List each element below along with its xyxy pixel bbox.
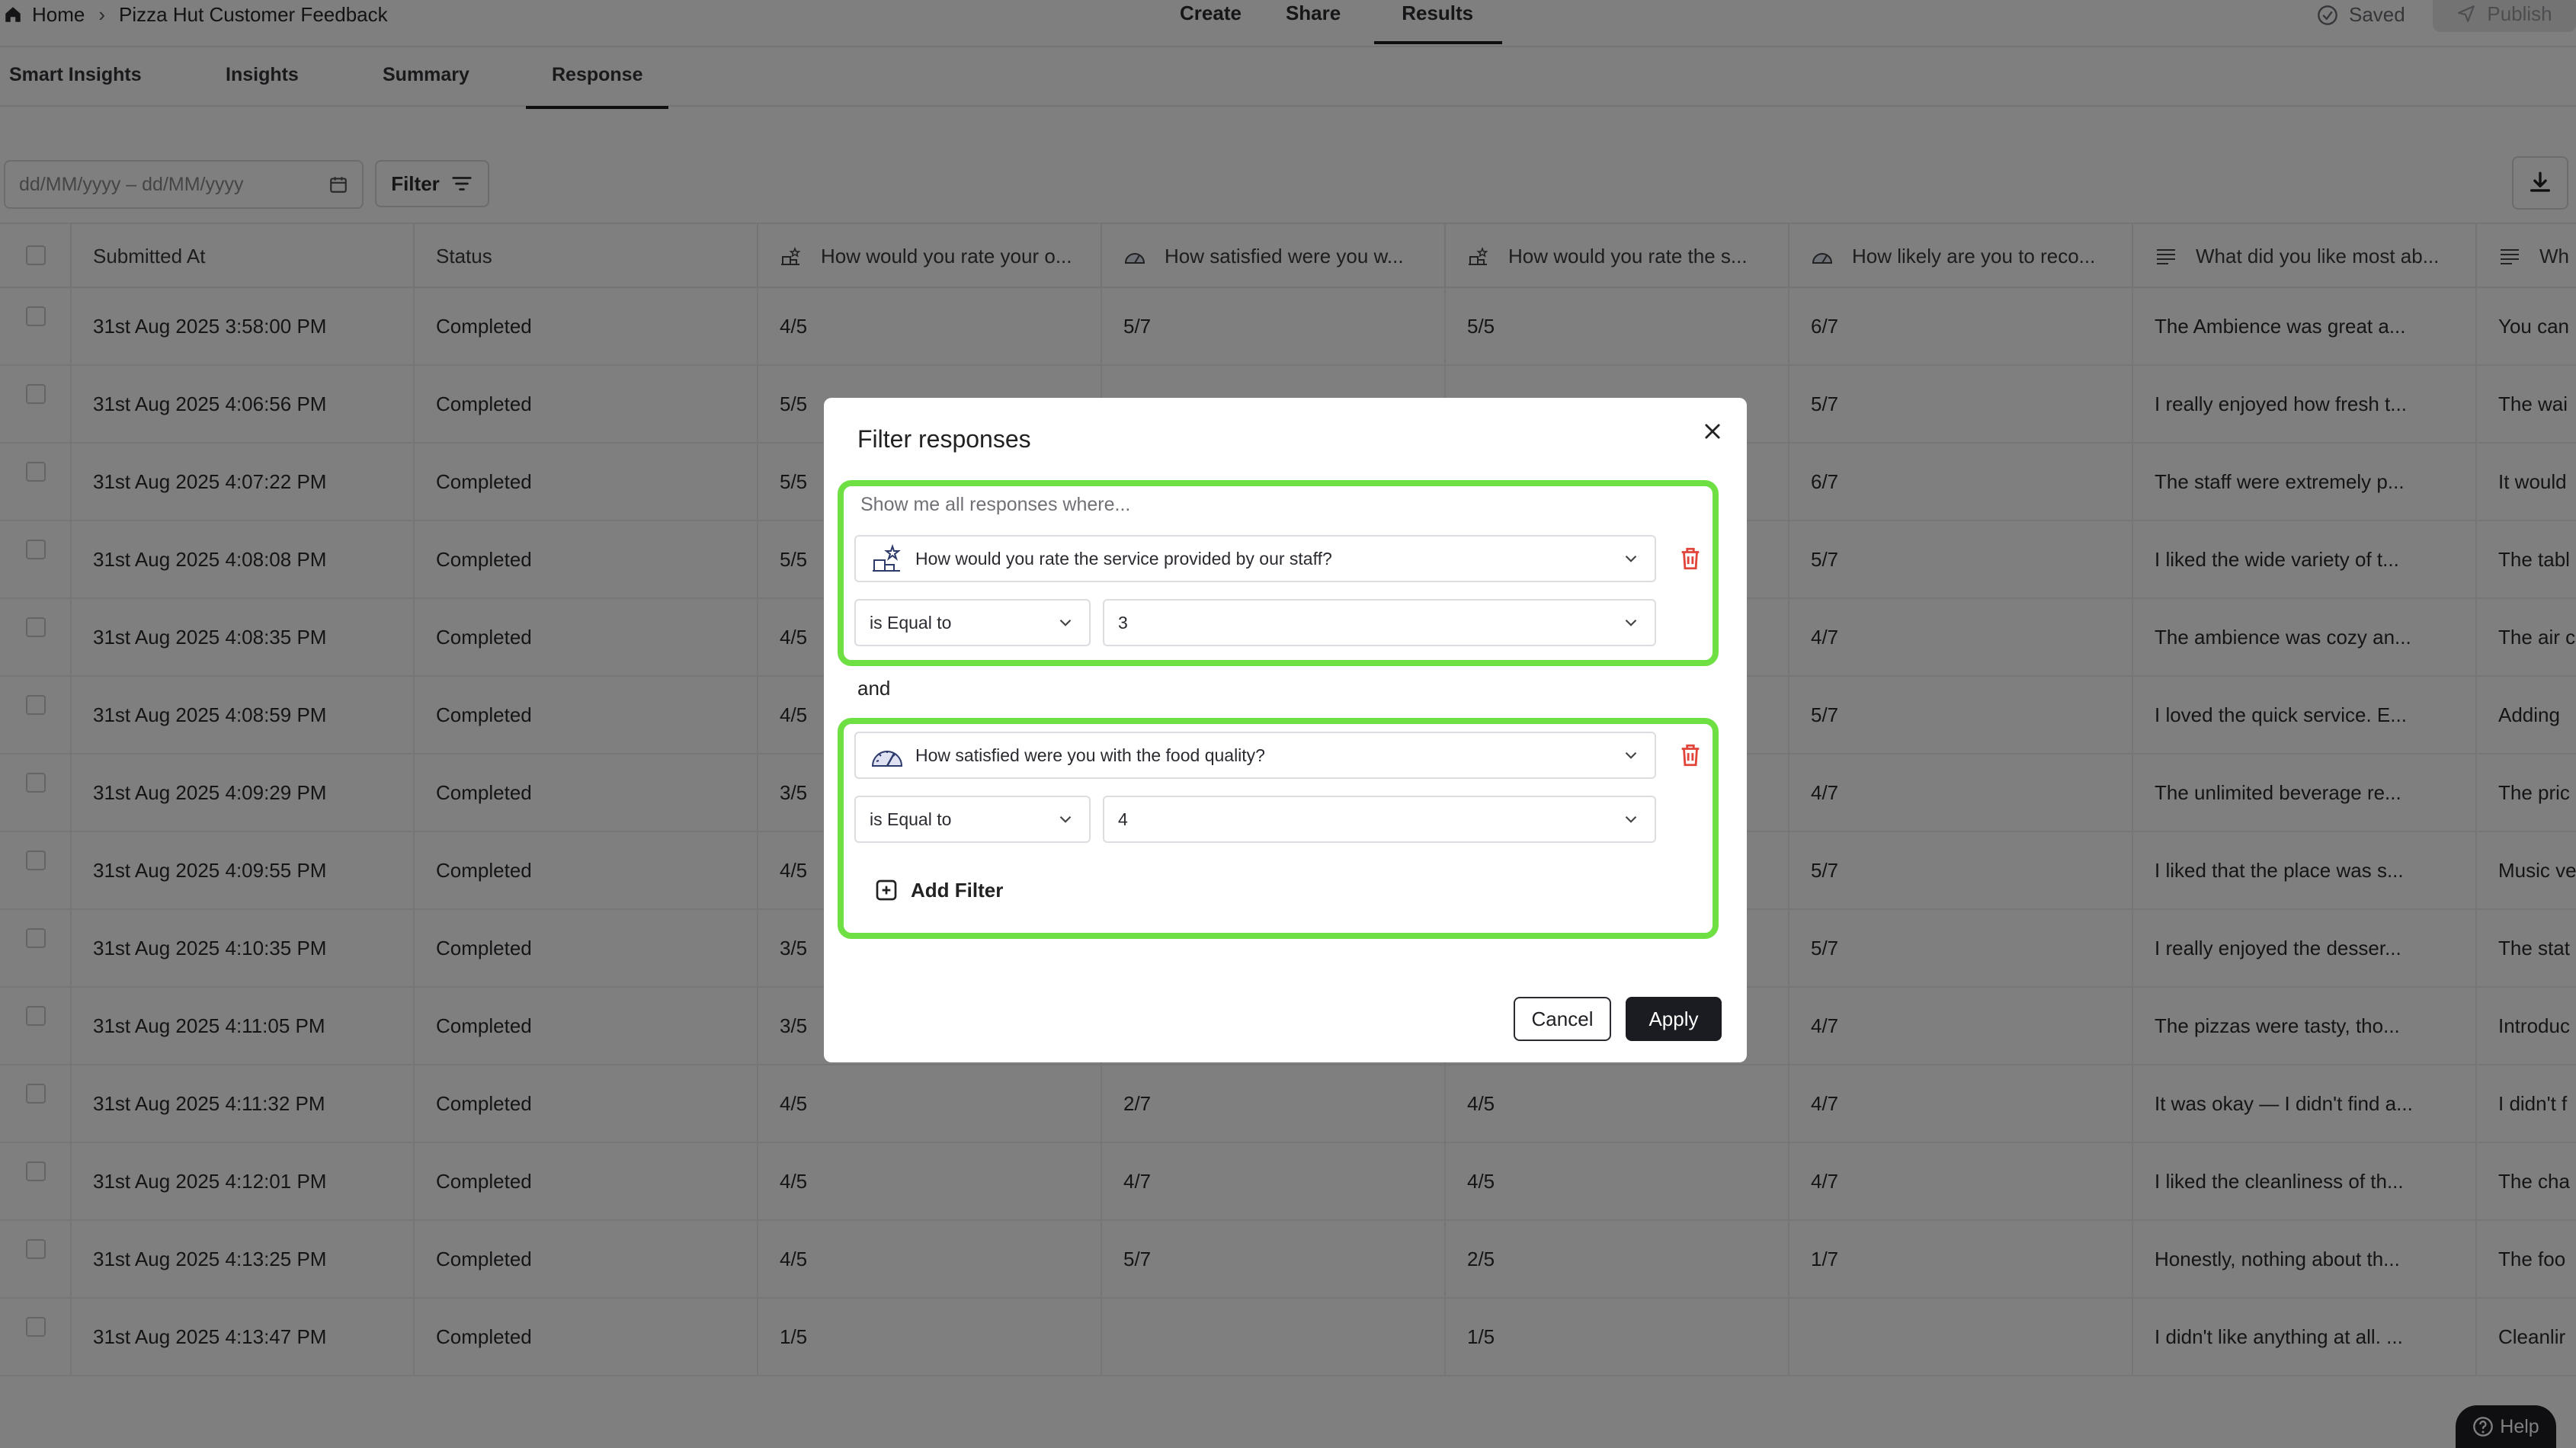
add-filter-label: Add Filter (911, 878, 1004, 902)
filter-hint: Show me all responses where... (860, 494, 1131, 515)
chevron-down-icon (1625, 751, 1637, 759)
plus-square-icon (876, 879, 897, 901)
chevron-down-icon (1625, 815, 1637, 823)
filter-condition-1: Show me all responses where... How would… (838, 480, 1719, 666)
operator-select-2-value: is Equal to (870, 809, 952, 829)
question-select-1[interactable]: How would you rate the service provided … (854, 535, 1656, 582)
chevron-down-icon (1625, 555, 1637, 562)
cancel-button[interactable]: Cancel (1514, 997, 1611, 1041)
add-filter-button[interactable]: Add Filter (874, 878, 1003, 902)
value-select-1-value: 3 (1118, 612, 1128, 633)
filter-joiner: and (857, 677, 891, 700)
trash-icon[interactable] (1677, 742, 1703, 768)
question-select-2-value: How satisfied were you with the food qua… (915, 745, 1265, 765)
chevron-down-icon (1059, 815, 1072, 823)
chevron-down-icon (1059, 619, 1072, 626)
apply-button[interactable]: Apply (1626, 997, 1722, 1041)
gauge-icon (871, 751, 903, 767)
dialog-title: Filter responses (857, 425, 1031, 453)
question-select-1-value: How would you rate the service provided … (915, 548, 1332, 569)
value-select-1[interactable]: 3 (1103, 599, 1656, 646)
filter-condition-2: How satisfied were you with the food qua… (838, 718, 1719, 939)
value-select-2-value: 4 (1118, 809, 1128, 829)
rating-icon (873, 543, 901, 572)
trash-icon[interactable] (1677, 546, 1703, 572)
operator-select-2[interactable]: is Equal to (854, 796, 1091, 843)
value-select-2[interactable]: 4 (1103, 796, 1656, 843)
operator-select-1-value: is Equal to (870, 612, 952, 633)
close-icon[interactable] (1697, 416, 1728, 447)
question-select-2[interactable]: How satisfied were you with the food qua… (854, 732, 1656, 779)
filter-responses-dialog: Filter responses Show me all responses w… (824, 398, 1747, 1062)
operator-select-1[interactable]: is Equal to (854, 599, 1091, 646)
chevron-down-icon (1625, 619, 1637, 626)
